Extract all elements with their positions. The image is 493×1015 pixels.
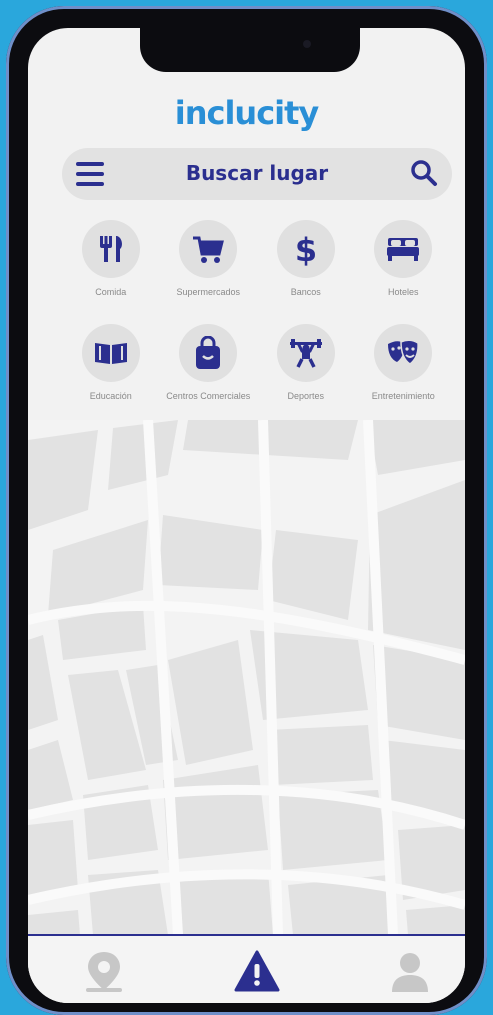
- shopping-bag-icon: [196, 336, 221, 369]
- category-label: Hoteles: [387, 287, 419, 297]
- bed-icon: [387, 238, 420, 261]
- camera: [303, 40, 311, 48]
- map-pin-icon[interactable]: [80, 948, 128, 996]
- category-bancos[interactable]: $ Bancos: [257, 220, 355, 310]
- map-streets: [28, 420, 465, 935]
- alert-icon[interactable]: [233, 948, 281, 996]
- category-label: Comida: [95, 287, 127, 297]
- category-label: Entretenimiento: [371, 391, 435, 401]
- category-comida[interactable]: Comida: [62, 220, 160, 310]
- app-logo: inclucity: [174, 94, 320, 132]
- category-label: Supermercados: [176, 287, 241, 297]
- svg-text:$: $: [295, 232, 317, 266]
- shopping-cart-icon: [193, 236, 225, 263]
- dollar-icon: $: [295, 232, 317, 266]
- category-label: Bancos: [290, 287, 321, 297]
- category-label: Centros Comerciales: [166, 391, 251, 401]
- category-hoteles[interactable]: Hoteles: [355, 220, 453, 310]
- map-view[interactable]: [28, 420, 465, 935]
- bottom-nav: [28, 934, 465, 1003]
- search-bar[interactable]: Buscar lugar: [62, 148, 452, 200]
- category-educacion[interactable]: Educación: [62, 324, 160, 414]
- category-deportes[interactable]: Deportes: [257, 324, 355, 414]
- fork-knife-icon: [99, 236, 122, 262]
- phone-frame: inclucity Buscar lugar Comida Supermerca…: [6, 6, 487, 1015]
- app-screen: inclucity Buscar lugar Comida Supermerca…: [28, 28, 465, 1003]
- weightlifting-icon: [289, 339, 322, 368]
- search-input[interactable]: Buscar lugar: [62, 161, 452, 185]
- theater-masks-icon: [388, 339, 420, 365]
- category-supermercados[interactable]: Supermercados: [160, 220, 258, 310]
- user-icon[interactable]: [386, 948, 434, 996]
- category-entretenimiento[interactable]: Entretenimiento: [355, 324, 453, 414]
- category-label: Educación: [89, 391, 132, 401]
- category-centros-comerciales[interactable]: Centros Comerciales: [160, 324, 258, 414]
- search-icon[interactable]: [410, 159, 438, 187]
- category-label: Deportes: [287, 391, 325, 401]
- category-grid: Comida Supermercados $ Bancos Hoteles Ed…: [62, 220, 452, 414]
- book-icon: [94, 343, 127, 364]
- notch: [140, 28, 360, 72]
